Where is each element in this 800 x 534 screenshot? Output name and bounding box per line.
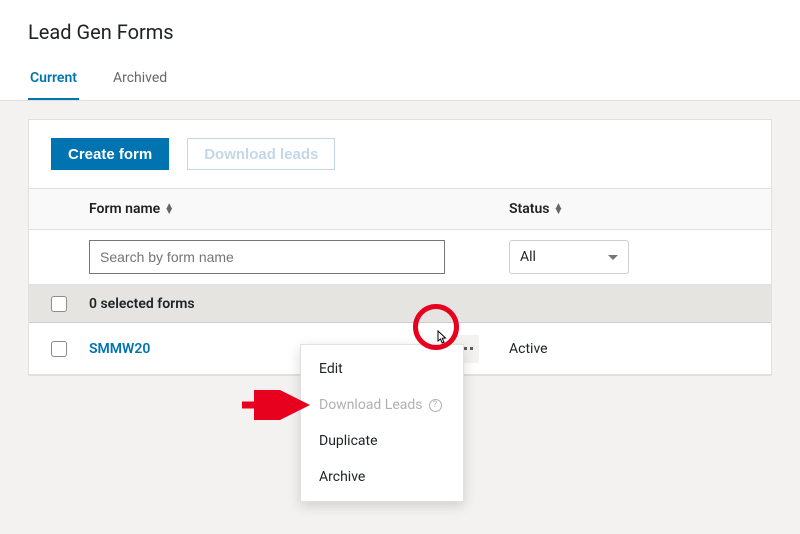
form-name-link[interactable]: SMMW20 [89, 341, 150, 357]
selection-summary-text: 0 selected forms [89, 296, 195, 312]
tabs: Current Archived [0, 62, 800, 101]
create-form-button[interactable]: Create form [51, 138, 169, 170]
row-actions-menu: Edit Download Leads ? Duplicate Archive [300, 344, 464, 502]
select-all-checkbox[interactable] [51, 296, 67, 312]
column-status-label: Status [509, 201, 549, 217]
download-leads-button[interactable]: Download leads [187, 138, 335, 170]
column-form-name-label: Form name [89, 201, 160, 217]
sort-icon: ▲▼ [164, 204, 174, 214]
row-checkbox[interactable] [51, 341, 67, 357]
menu-item-download-leads-label: Download Leads [319, 397, 423, 413]
menu-item-duplicate[interactable]: Duplicate [301, 423, 463, 459]
tab-current[interactable]: Current [28, 62, 79, 100]
toolbar: Create form Download leads [29, 120, 771, 188]
filter-row: All [29, 230, 771, 285]
row-status: Active [509, 341, 548, 357]
kebab-dot [470, 347, 473, 350]
menu-item-download-leads[interactable]: Download Leads ? [301, 387, 463, 423]
status-filter-select[interactable]: All [509, 240, 629, 274]
help-icon[interactable]: ? [429, 399, 442, 412]
tab-archived[interactable]: Archived [111, 62, 169, 100]
status-filter-label: All [520, 249, 536, 265]
chevron-down-icon [608, 255, 618, 260]
sort-icon: ▲▼ [553, 204, 563, 214]
table-header: Form name ▲▼ Status ▲▼ [29, 188, 771, 230]
page-title: Lead Gen Forms [28, 20, 772, 44]
menu-item-archive[interactable]: Archive [301, 459, 463, 495]
column-status[interactable]: Status ▲▼ [509, 201, 563, 217]
search-input[interactable] [89, 240, 445, 274]
selection-summary-row: 0 selected forms [29, 285, 771, 323]
menu-item-edit[interactable]: Edit [301, 351, 463, 387]
column-form-name[interactable]: Form name ▲▼ [89, 201, 174, 217]
